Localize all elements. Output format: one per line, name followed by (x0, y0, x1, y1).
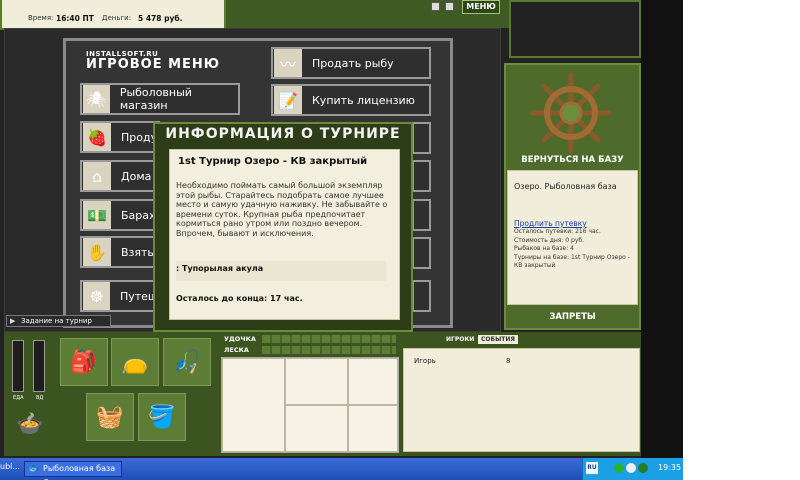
wheel-icon: ☸ (83, 282, 110, 310)
security-icon[interactable] (638, 463, 648, 473)
menu-item-sell-fish[interactable]: 〰 Продать рыбу (271, 47, 431, 79)
berries-icon: 🍓 (83, 123, 111, 151)
dialog-title: ИНФОРМАЦИЯ О ТУРНИРЕ (165, 126, 401, 142)
menu-item-label: Рыболовный магазин (119, 86, 192, 112)
money-value: 5 478 руб. (138, 14, 183, 23)
tournament-description: Необходимо поймать самый большой экземпл… (176, 181, 388, 238)
menu-item-buy-license[interactable]: 📝 Купить лицензию (271, 84, 431, 116)
backpack-icon[interactable]: 🎒 (60, 338, 108, 386)
tackle-slot[interactable] (285, 405, 348, 452)
time-label: Время: (28, 14, 54, 22)
restrictions-button[interactable]: ЗАПРЕТЫ (504, 312, 641, 322)
menu-item-label: Проду (121, 130, 158, 144)
cauldron-icon[interactable]: 🍲 (10, 402, 50, 446)
document-icon: 📝 (274, 86, 302, 114)
time-value: 16:40 ПТ (56, 14, 94, 23)
base-info-panel: Озеро. Рыболовная база Продлить путевку … (507, 170, 638, 305)
food-label: ЕДА (13, 395, 24, 401)
tackle-slot[interactable] (285, 358, 348, 405)
money-icon: 💵 (83, 201, 111, 229)
menu-item-label: Купить лицензию (312, 93, 415, 107)
drink-meter (33, 340, 45, 392)
taskbar-left-item[interactable]: ubi... (0, 462, 24, 476)
right-top-box (509, 0, 641, 58)
tournament-task-button[interactable]: Задание на турнир (6, 315, 111, 327)
tab-events[interactable]: СОБЫТИЯ (478, 335, 519, 344)
menu-item-hidden[interactable] (412, 237, 431, 269)
base-info-line: Рыбаков на базе: 4 (514, 245, 574, 252)
sound-toggle-icon[interactable] (445, 2, 454, 11)
return-to-base-button[interactable]: ВЕРНУТЬСЯ НА БАЗУ (504, 155, 641, 165)
volume-icon[interactable] (626, 463, 636, 473)
extend-pass-link[interactable]: Продлить путевку (514, 219, 587, 228)
menu-item-travel[interactable]: ☸ Путеш (80, 280, 160, 312)
bug-icon: 🕷 (83, 85, 110, 113)
line-label: ЛЕСКА (224, 346, 249, 354)
window-toggle-icon[interactable] (431, 2, 440, 11)
tab-players[interactable]: ИГРОКИ (446, 336, 474, 343)
menu-item-hidden[interactable] (412, 199, 431, 231)
drink-label: ВД (36, 395, 44, 401)
menu-item-label: Взять (121, 245, 154, 259)
line-slot[interactable] (262, 346, 396, 354)
food-meter (12, 340, 24, 392)
menu-item-sell-products[interactable]: 🍓 Проду (80, 121, 160, 153)
tackle-slot[interactable] (222, 358, 285, 452)
menu-item-hidden[interactable] (412, 280, 431, 312)
player-name: Игорь (414, 357, 436, 365)
menu-item-take[interactable]: ✋ Взять (80, 236, 160, 268)
menu-button[interactable]: МЕНЮ (462, 0, 500, 14)
players-list: Игорь 8 (403, 348, 640, 452)
language-indicator[interactable]: RU (586, 462, 598, 474)
base-info-line: Турниры на базе: 1st Турнир Озеро - КВ з… (514, 253, 630, 270)
tackle-slot[interactable] (348, 358, 398, 405)
base-info-lines: Осталось путевки: 216 час. Стоимость дня… (514, 228, 634, 271)
desktop-background (641, 0, 683, 458)
menu-item-hidden[interactable] (412, 160, 431, 192)
player-score: 8 (506, 357, 511, 365)
tournament-name: 1st Турнир Озеро - КВ закрытый (178, 156, 368, 167)
basket-icon[interactable]: 🧺 (86, 393, 134, 441)
worm-icon: 〰 (274, 49, 302, 77)
rod-slot[interactable] (262, 335, 396, 343)
base-info-line: Осталось путевки: 216 час. (514, 228, 601, 235)
status-panel: Время: 16:40 ПТ Деньги: 5 478 руб. (0, 0, 226, 30)
house-icon: ⌂ (83, 162, 111, 190)
network-icon[interactable] (614, 463, 624, 473)
dialog-body: 1st Турнир Озеро - КВ закрытый Необходим… (169, 149, 400, 320)
tackle-slot[interactable] (348, 405, 398, 452)
menu-item-home[interactable]: ⌂ Дома (80, 160, 160, 192)
money-label: Деньги: (102, 14, 132, 22)
menu-item-label: Дома (121, 169, 152, 183)
menu-title: ИГРОВОЕ МЕНЮ (86, 57, 221, 72)
menu-item-label: Барах (121, 208, 156, 222)
menu-item-flea-market[interactable]: 💵 Барах (80, 199, 160, 231)
ship-wheel-icon[interactable] (530, 72, 612, 154)
tournament-remaining: Осталось до конца: 17 час. (176, 294, 303, 303)
taskbar-task-button[interactable]: Рыболовная база Оз... (24, 461, 122, 480)
menu-item-hidden[interactable] (412, 122, 431, 154)
rod-label: УДОЧКА (224, 335, 256, 343)
game-window: Время: 16:40 ПТ Деньги: 5 478 руб. МЕНЮ … (0, 0, 683, 458)
hand-icon: ✋ (83, 238, 111, 266)
base-info-line: Стоимость дня: 0 руб. (514, 236, 584, 244)
bucket-icon[interactable]: 🪣 (138, 393, 186, 441)
menu-item-fishing-shop[interactable]: 🕷 Рыболовный магазин (80, 83, 240, 115)
tournament-fish: : Тупорылая акула (176, 261, 386, 281)
tackle-grid (221, 357, 399, 453)
rod-icon[interactable]: 🎣 (163, 338, 211, 386)
tournament-info-dialog: ИНФОРМАЦИЯ О ТУРНИРЕ 1st Турнир Озеро - … (153, 122, 413, 332)
taskbar-clock: 19:35 (658, 463, 682, 472)
menu-item-label: Продать рыбу (312, 56, 394, 70)
base-title: Озеро. Рыболовная база (514, 182, 617, 191)
sack-icon[interactable]: 👝 (111, 338, 159, 386)
